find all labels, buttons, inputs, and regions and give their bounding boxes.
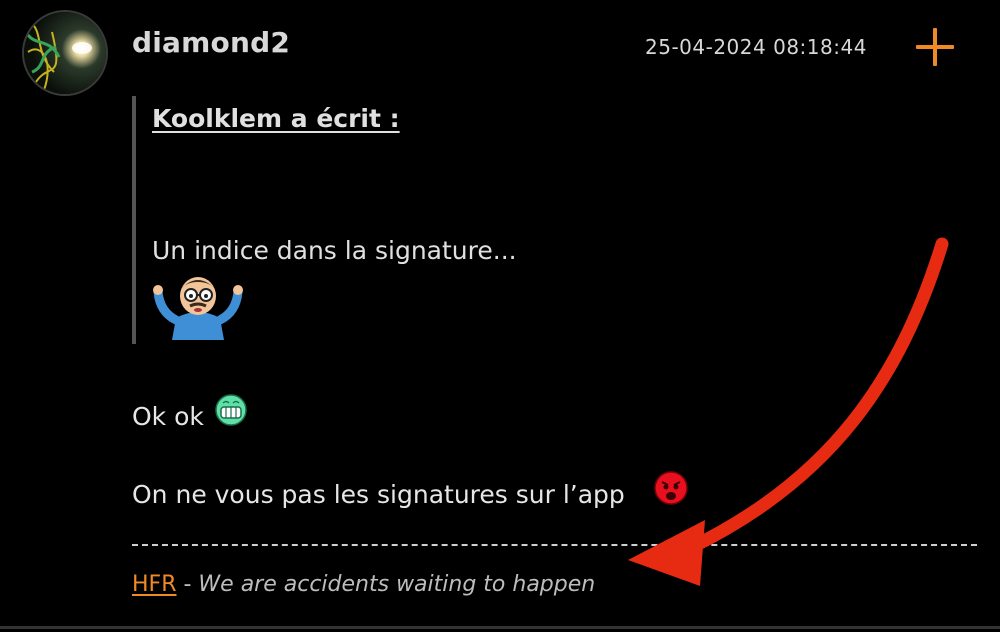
quote-author-link[interactable]: Koolklem a écrit : bbox=[152, 104, 400, 133]
angry-smiley-icon bbox=[653, 470, 689, 510]
username[interactable]: diamond2 bbox=[132, 26, 290, 59]
signature: HFR - We are accidents waiting to happen bbox=[132, 572, 595, 597]
grin-smiley-icon bbox=[214, 393, 248, 431]
bottom-divider bbox=[0, 626, 1000, 629]
message-line: Ok ok bbox=[132, 402, 204, 431]
plus-icon[interactable] bbox=[916, 28, 954, 66]
post-timestamp: 25-04-2024 08:18:44 bbox=[645, 35, 867, 59]
quote-block: Koolklem a écrit : Un indice dans la sig… bbox=[132, 96, 656, 344]
message-line: On ne vous pas les signatures sur l’app bbox=[132, 480, 625, 509]
shrug-smiley-icon bbox=[152, 268, 244, 344]
signature-separator: - bbox=[176, 572, 199, 597]
message-line-text: On ne vous pas les signatures sur l’app bbox=[132, 480, 625, 509]
avatar[interactable] bbox=[22, 10, 108, 96]
signature-link[interactable]: HFR bbox=[132, 572, 176, 597]
quote-text: Un indice dans la signature... bbox=[152, 236, 517, 265]
message-line-text: Ok ok bbox=[132, 402, 204, 431]
signature-divider bbox=[132, 544, 977, 546]
signature-text: We are accidents waiting to happen bbox=[198, 572, 596, 597]
